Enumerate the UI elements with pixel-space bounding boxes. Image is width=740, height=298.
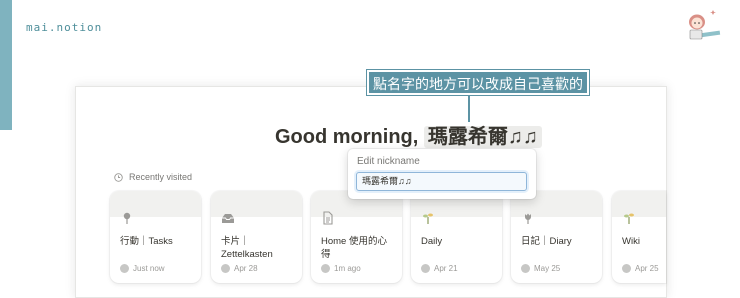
document-icon xyxy=(323,211,333,225)
avatar xyxy=(221,264,230,273)
card-time: 1m ago xyxy=(334,264,361,273)
card-time: Apr 25 xyxy=(635,264,659,273)
recent-card-wiki[interactable]: Wiki Apr 25 xyxy=(612,191,666,283)
card-meta: Just now xyxy=(120,264,165,273)
clock-icon xyxy=(114,172,123,182)
greeting-prefix: Good morning, xyxy=(275,126,424,148)
card-cover xyxy=(612,191,666,217)
sidebar-strip xyxy=(0,0,12,130)
sprout-icon xyxy=(624,213,634,224)
card-meta: Apr 28 xyxy=(221,264,258,273)
recent-card-diary[interactable]: 日記｜Diary May 25 xyxy=(511,191,602,283)
avatar xyxy=(622,264,631,273)
card-time: Apr 28 xyxy=(234,264,258,273)
annotation-pointer xyxy=(468,96,470,122)
card-title: Daily xyxy=(421,236,443,247)
annotation-callout: 點名字的地方可以改成自己喜歡的 xyxy=(367,70,589,95)
card-title: 卡片｜Zettelkasten xyxy=(221,236,273,260)
page-greeting: Good morning, 瑪露希爾♫♫ xyxy=(275,120,542,149)
sprout-icon xyxy=(423,213,433,224)
card-title: Home 使用的心得 xyxy=(321,236,387,260)
recently-visited-label: Recently visited xyxy=(129,172,193,182)
edit-nickname-label: Edit nickname xyxy=(357,156,420,167)
pin-icon xyxy=(123,212,131,224)
card-title: Wiki xyxy=(622,236,640,247)
greeting-nickname[interactable]: 瑪露希爾♫♫ xyxy=(423,126,542,148)
avatar xyxy=(521,264,530,273)
card-meta: 1m ago xyxy=(321,264,361,273)
card-title: 日記｜Diary xyxy=(521,236,572,247)
nickname-input[interactable]: 瑪露希爾♫♫ xyxy=(356,172,527,191)
brand-logo: mai.notion xyxy=(26,21,103,34)
recent-card-home[interactable]: Home 使用的心得 1m ago xyxy=(311,191,402,283)
avatar xyxy=(321,264,330,273)
card-meta: May 25 xyxy=(521,264,560,273)
card-meta: Apr 25 xyxy=(622,264,659,273)
tulip-icon xyxy=(525,213,531,224)
avatar xyxy=(120,264,129,273)
card-time: Apr 21 xyxy=(434,264,458,273)
avatar xyxy=(421,264,430,273)
card-time: Just now xyxy=(133,264,165,273)
card-title: 行動｜Tasks xyxy=(120,236,173,247)
inbox-icon xyxy=(222,214,234,223)
edit-nickname-popup: Edit nickname 瑪露希爾♫♫ xyxy=(348,149,536,199)
mascot-illustration xyxy=(689,10,721,40)
recent-card-tasks[interactable]: 行動｜Tasks Just now xyxy=(110,191,201,283)
card-meta: Apr 21 xyxy=(421,264,458,273)
card-time: May 25 xyxy=(534,264,561,273)
recent-card-daily[interactable]: Daily Apr 21 xyxy=(411,191,502,283)
recent-card-zettelkasten[interactable]: 卡片｜Zettelkasten Apr 28 xyxy=(211,191,302,283)
recently-visited-header: Recently visited xyxy=(114,172,192,182)
